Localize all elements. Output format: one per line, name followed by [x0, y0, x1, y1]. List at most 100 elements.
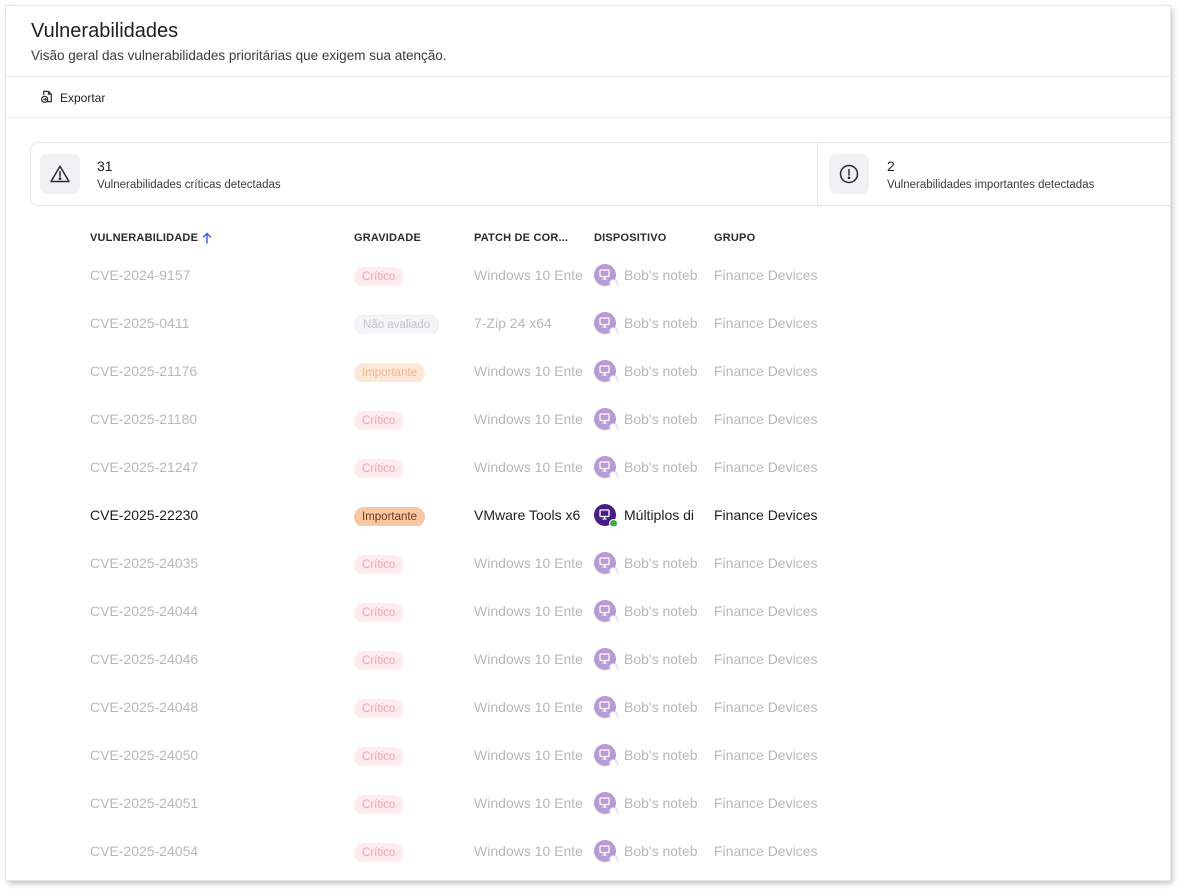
critical-summary-card: 31 Vulnerabilidades críticas detectadas	[31, 143, 818, 205]
important-summary-card: 2 Vulnerabilidades importantes detectada…	[818, 143, 1170, 205]
patch-name: Windows 10 Ente	[474, 699, 583, 715]
device-name: Bob's noteb	[624, 603, 698, 619]
device-status-dot	[609, 807, 618, 814]
patch-name: Windows 10 Ente	[474, 795, 583, 811]
summary-cards: 31 Vulnerabilidades críticas detectadas …	[30, 142, 1170, 206]
device-cell[interactable]: Bob's noteb	[594, 648, 706, 670]
cve-id[interactable]: CVE-2024-9157	[90, 264, 340, 286]
severity-cell: Crítico	[354, 552, 464, 574]
table-row[interactable]: CVE-2025-24046 Crítico Windows 10 Ente Bob'…	[6, 634, 1170, 682]
device-cell[interactable]: Múltiplos di	[594, 504, 706, 526]
patch-name: Windows 10 Ente	[474, 267, 583, 283]
device-status-dot	[609, 375, 618, 382]
device-cell[interactable]: Bob's noteb	[594, 312, 706, 334]
column-header-vulnerability[interactable]: VULNERABILIDADE	[90, 232, 340, 244]
device-icon	[594, 744, 618, 766]
export-icon	[40, 89, 55, 107]
device-icon	[594, 648, 618, 670]
column-header-device[interactable]: DISPOSITIVO	[594, 232, 704, 244]
severity-badge: Crítico	[354, 651, 404, 670]
device-icon	[594, 312, 618, 334]
device-name: Bob's noteb	[624, 459, 698, 475]
important-count: 2	[887, 158, 895, 174]
severity-badge: Não avaliado	[354, 315, 440, 334]
device-cell[interactable]: Bob's noteb	[594, 744, 706, 766]
warning-triangle-icon	[40, 154, 80, 194]
export-label: Exportar	[60, 91, 106, 105]
important-label: Vulnerabilidades importantes detectadas	[887, 179, 1095, 191]
group-name: Finance Devices	[714, 795, 818, 811]
patch-name: Windows 10 Ente	[474, 747, 583, 763]
device-name: Bob's noteb	[624, 363, 698, 379]
table-row[interactable]: CVE-2024-9157 Crítico Windows 10 Ente Bob's…	[6, 250, 1170, 298]
device-cell[interactable]: Bob's noteb	[594, 840, 706, 862]
device-status-dot	[609, 423, 618, 430]
cve-id[interactable]: CVE-2025-24051	[90, 792, 340, 814]
patch-name: Windows 10 Ente	[474, 843, 583, 859]
device-icon	[594, 504, 618, 526]
cve-id[interactable]: CVE-2025-24046	[90, 648, 340, 670]
device-icon	[594, 264, 618, 286]
cve-id[interactable]: CVE-2025-21180	[90, 408, 340, 430]
table-row[interactable]: CVE-2025-24044 Crítico Windows 10 Ente Bob'…	[6, 586, 1170, 634]
table-row[interactable]: CVE-2025-22230 Importante VMware Tools x6 M…	[6, 490, 1170, 538]
device-cell[interactable]: Bob's noteb	[594, 552, 706, 574]
page-header: Vulnerabilidades Visão geral das vulnera…	[6, 6, 1170, 77]
cve-id[interactable]: CVE-2025-24050	[90, 744, 340, 766]
group-name: Finance Devices	[714, 363, 818, 379]
severity-cell: Crítico	[354, 456, 464, 478]
table-row[interactable]: CVE-2025-24035 Crítico Windows 10 Ente Bob'…	[6, 538, 1170, 586]
table-row[interactable]: CVE-2025-24048 Crítico Windows 10 Ente Bob'…	[6, 682, 1170, 730]
device-cell[interactable]: Bob's noteb	[594, 600, 706, 622]
device-icon	[594, 360, 618, 382]
device-status-dot	[609, 471, 618, 478]
device-cell[interactable]: Bob's noteb	[594, 792, 706, 814]
device-status-dot	[609, 279, 618, 286]
table-row[interactable]: CVE-2025-24051 Crítico Windows 10 Ente Bob'…	[6, 778, 1170, 826]
vulnerabilities-table: VULNERABILIDADE GRAVIDADE PATCH DE COR..…	[6, 228, 1170, 874]
device-cell[interactable]: Bob's noteb	[594, 408, 706, 430]
group-name: Finance Devices	[714, 315, 818, 331]
device-cell[interactable]: Bob's noteb	[594, 264, 706, 286]
export-button[interactable]: Exportar	[36, 87, 109, 109]
patch-name: Windows 10 Ente	[474, 363, 583, 379]
device-cell[interactable]: Bob's noteb	[594, 456, 706, 478]
cve-id[interactable]: CVE-2025-24044	[90, 600, 340, 622]
table-row[interactable]: CVE-2025-24054 Crítico Windows 10 Ente Bob'…	[6, 826, 1170, 874]
column-header-patch[interactable]: PATCH DE COR...	[474, 232, 584, 244]
device-status-dot	[609, 663, 618, 670]
table-row[interactable]: CVE-2025-24050 Crítico Windows 10 Ente Bob'…	[6, 730, 1170, 778]
group-name: Finance Devices	[714, 603, 818, 619]
severity-cell: Crítico	[354, 648, 464, 670]
device-cell[interactable]: Bob's noteb	[594, 696, 706, 718]
critical-count: 31	[97, 158, 113, 174]
device-name: Bob's noteb	[624, 795, 698, 811]
cve-id[interactable]: CVE-2025-21247	[90, 456, 340, 478]
page-subtitle: Visão geral das vulnerabilidades priorit…	[31, 48, 447, 63]
table-row[interactable]: CVE-2025-21176 Importante Windows 10 Ente B…	[6, 346, 1170, 394]
severity-badge: Crítico	[354, 459, 404, 478]
patch-name: 7-Zip 24 x64	[474, 315, 552, 331]
cve-id[interactable]: CVE-2025-24054	[90, 840, 340, 862]
group-name: Finance Devices	[714, 651, 818, 667]
column-header-group[interactable]: GRUPO	[714, 232, 874, 244]
device-icon	[594, 840, 618, 862]
group-name: Finance Devices	[714, 699, 818, 715]
cve-id[interactable]: CVE-2025-24048	[90, 696, 340, 718]
cve-id[interactable]: CVE-2025-22230	[90, 504, 340, 526]
column-header-severity[interactable]: GRAVIDADE	[354, 232, 464, 244]
device-cell[interactable]: Bob's noteb	[594, 360, 706, 382]
patch-name: Windows 10 Ente	[474, 459, 583, 475]
cve-id[interactable]: CVE-2025-24035	[90, 552, 340, 574]
device-icon	[594, 552, 618, 574]
group-name: Finance Devices	[714, 507, 818, 523]
table-row[interactable]: CVE-2025-21247 Crítico Windows 10 Ente Bob'…	[6, 442, 1170, 490]
device-name: Bob's noteb	[624, 315, 698, 331]
device-status-dot	[609, 567, 618, 574]
patch-name: Windows 10 Ente	[474, 411, 583, 427]
cve-id[interactable]: CVE-2025-21176	[90, 360, 340, 382]
table-row[interactable]: CVE-2025-0411 Não avaliado 7-Zip 24 x64 Bob…	[6, 298, 1170, 346]
table-body: CVE-2024-9157 Crítico Windows 10 Ente Bob's…	[6, 250, 1170, 874]
table-row[interactable]: CVE-2025-21180 Crítico Windows 10 Ente Bob'…	[6, 394, 1170, 442]
cve-id[interactable]: CVE-2025-0411	[90, 312, 340, 334]
